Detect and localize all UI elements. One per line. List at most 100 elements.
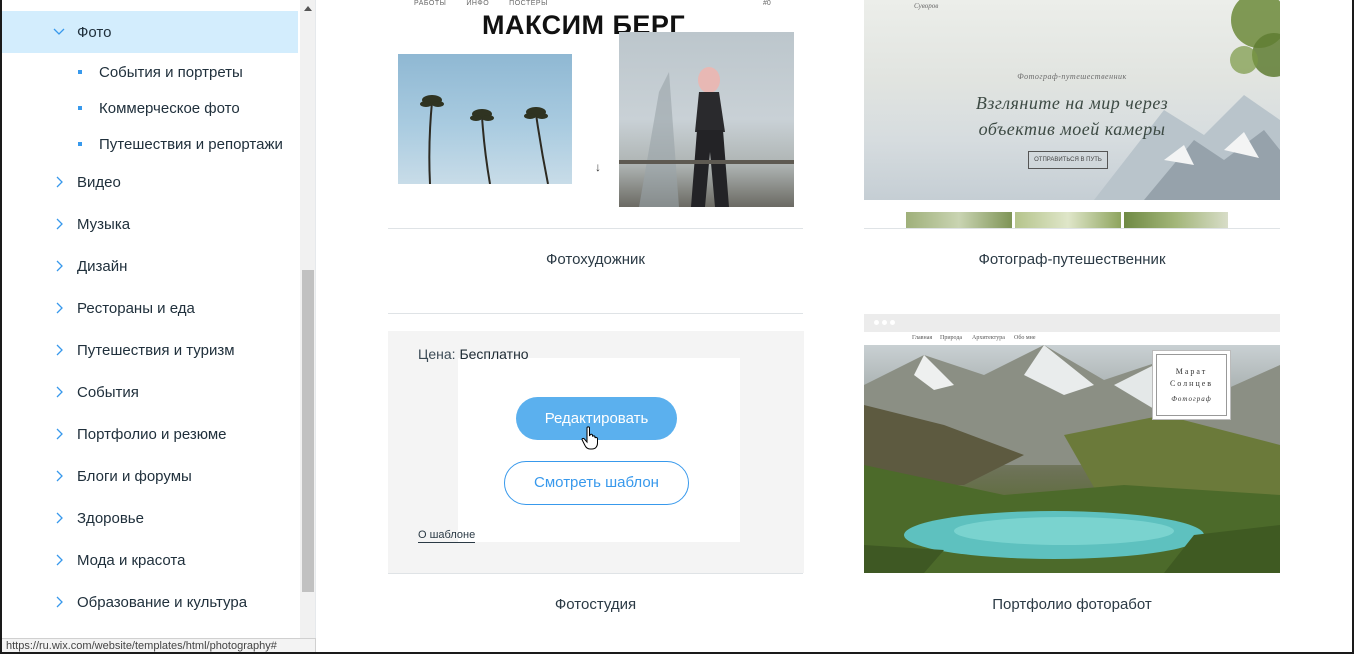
sidebar-item-label: Портфолио и резюме	[77, 425, 227, 443]
sidebar-subitem-commercial[interactable]: Коммерческое фото	[2, 90, 298, 126]
card-divider	[388, 573, 803, 574]
sidebar-item-label: Рестораны и еда	[77, 299, 195, 317]
sidebar-item-label: События	[77, 383, 139, 401]
sidebar-item-video[interactable]: Видео	[2, 161, 298, 203]
template-name[interactable]: Фотограф-путешественник	[864, 251, 1280, 268]
preview-headline-line: Взгляните на мир через	[975, 93, 1169, 113]
arrow-down-icon: ↓	[595, 160, 601, 174]
chevron-right-icon	[56, 470, 63, 482]
gallery-thumb-image	[1015, 212, 1121, 228]
sidebar-item-label: Дизайн	[77, 257, 128, 275]
preview-name-badge: Марат Солнцев Фотограф	[1152, 350, 1231, 420]
sidebar-item-portfolio[interactable]: Портфолио и резюме	[2, 413, 298, 455]
sidebar-item-education[interactable]: Образование и культура	[2, 581, 298, 623]
chevron-right-icon	[56, 554, 63, 566]
preview-nav-item: Природа	[940, 335, 963, 341]
sidebar-item-restaurants[interactable]: Рестораны и еда	[2, 287, 298, 329]
template-thumbnail[interactable]: РАБОТЫ ИНФО ПОСТЕРЫ #0 МАКСИМ БЕРГ ↓	[388, 0, 803, 228]
chevron-right-icon	[56, 428, 63, 440]
chevron-right-icon	[56, 218, 63, 230]
chevron-right-icon	[56, 260, 63, 272]
scrollbar-thumb[interactable]	[302, 270, 314, 592]
sidebar-scrollbar[interactable]	[300, 0, 315, 640]
sidebar-item-label: Образование и культура	[77, 593, 248, 611]
sidebar-item-design[interactable]: Дизайн	[2, 245, 298, 287]
sidebar-subitem-label: События и портреты	[99, 63, 243, 81]
sidebar-item-label: Блоги и форумы	[77, 467, 192, 485]
template-thumbnail[interactable]: Главная Природа Архитектура Обо мне Мара…	[864, 314, 1280, 573]
template-card-photo-studio[interactable]: Цена: Бесплатно Редактировать Смотреть ш…	[388, 331, 804, 621]
preview-nav-item: ПОСТЕРЫ	[509, 0, 548, 7]
mountain-fog-image: Суворов Фотограф-путешественник Взглянит…	[864, 0, 1280, 200]
sidebar-item-music[interactable]: Музыка	[2, 203, 298, 245]
sidebar-subitem-events-portraits[interactable]: События и портреты	[2, 54, 298, 90]
preview-role: Фотограф	[1171, 395, 1212, 403]
about-template-link[interactable]: О шаблоне	[418, 529, 476, 543]
template-card-portfolio[interactable]: Главная Природа Архитектура Обо мне Мара…	[864, 314, 1280, 621]
chevron-right-icon	[56, 344, 63, 356]
chevron-right-icon	[56, 176, 63, 188]
bullet-icon	[78, 70, 82, 74]
gallery-thumb-image	[906, 212, 1012, 228]
sidebar-item-blogs[interactable]: Блоги и форумы	[2, 455, 298, 497]
preview-brand: Суворов	[914, 2, 939, 10]
sidebar-item-label: Здоровье	[77, 509, 144, 527]
preview-nav-item: РАБОТЫ	[414, 0, 447, 7]
sidebar-item-label: Музыка	[77, 215, 131, 233]
price-value: Бесплатно	[459, 346, 529, 362]
template-name[interactable]: Портфолио фоторабот	[864, 596, 1280, 613]
sidebar-item-label: Путешествия и туризм	[77, 341, 235, 359]
sidebar-item-fashion[interactable]: Мода и красота	[2, 539, 298, 581]
preview-tagline: Фотограф-путешественник	[1017, 72, 1127, 81]
preview-headline: Взгляните на мир через объектив моей кам…	[864, 90, 1280, 142]
template-hover-overlay: Цена: Бесплатно Редактировать Смотреть ш…	[388, 331, 804, 573]
template-thumbnail-faded	[458, 358, 740, 542]
preview-cta-button: ОТПРАВИТЬСЯ В ПУТЬ	[1028, 151, 1108, 169]
preview-nav-item: Главная	[912, 335, 933, 341]
sidebar-item-travel-tourism[interactable]: Путешествия и туризм	[2, 329, 298, 371]
chevron-right-icon	[56, 302, 63, 314]
sidebar-item-events[interactable]: События	[2, 371, 298, 413]
woman-photo-image	[619, 32, 794, 207]
sidebar-item-health[interactable]: Здоровье	[2, 497, 298, 539]
palm-trees-image	[398, 54, 572, 184]
sidebar-item-label: Видео	[77, 173, 121, 191]
gallery-thumb-image	[1124, 212, 1228, 228]
card-divider	[388, 228, 803, 229]
window-dot-icon	[882, 320, 887, 325]
chevron-right-icon	[56, 386, 63, 398]
price-label: Цена:	[418, 346, 456, 362]
window-dot-icon	[874, 320, 879, 325]
chevron-right-icon	[56, 512, 63, 524]
preview-name-line: Солнцев	[1169, 379, 1214, 388]
sidebar-item-label: Фото	[77, 23, 112, 41]
browser-chrome-bar	[864, 314, 1280, 332]
mountain-lake-image: Марат Солнцев Фотограф	[864, 345, 1280, 573]
sidebar-item-label: Мода и красота	[77, 551, 186, 569]
preview-nav-item: Архитектура	[972, 335, 1005, 341]
category-sidebar: Фото События и портреты Коммерческое фот…	[2, 0, 316, 654]
bullet-icon	[78, 142, 82, 146]
template-name[interactable]: Фотостудия	[388, 596, 803, 613]
view-template-button[interactable]: Смотреть шаблон	[504, 461, 689, 505]
preview-name-line: Марат	[1175, 367, 1208, 376]
template-card-travel-photographer[interactable]: Суворов Фотограф-путешественник Взглянит…	[864, 0, 1280, 290]
preview-nav: Главная Природа Архитектура Обо мне	[864, 332, 1280, 345]
preview-cart: #0	[763, 0, 771, 7]
preview-nav: РАБОТЫ ИНФО ПОСТЕРЫ	[414, 0, 568, 7]
template-card-photo-artist[interactable]: РАБОТЫ ИНФО ПОСТЕРЫ #0 МАКСИМ БЕРГ ↓ Фот…	[388, 0, 803, 290]
template-thumbnail[interactable]: Суворов Фотограф-путешественник Взглянит…	[864, 0, 1280, 228]
templates-grid: РАБОТЫ ИНФО ПОСТЕРЫ #0 МАКСИМ БЕРГ ↓ Фот…	[316, 0, 1352, 654]
hand-pointer-icon	[581, 426, 598, 450]
scroll-up-arrow-icon[interactable]	[304, 6, 312, 11]
sidebar-subitem-travel-reportage[interactable]: Путешествия и репортажи	[2, 126, 298, 162]
sidebar-subitem-label: Коммерческое фото	[99, 99, 240, 117]
chevron-right-icon	[56, 596, 63, 608]
status-bar-url: https://ru.wix.com/website/templates/htm…	[2, 638, 316, 654]
bullet-icon	[78, 106, 82, 110]
preview-nav-item: Обо мне	[1014, 335, 1036, 341]
template-name[interactable]: Фотохудожник	[388, 251, 803, 268]
window-dot-icon	[890, 320, 895, 325]
card-divider	[864, 228, 1280, 229]
sidebar-item-photo[interactable]: Фото	[2, 11, 298, 53]
